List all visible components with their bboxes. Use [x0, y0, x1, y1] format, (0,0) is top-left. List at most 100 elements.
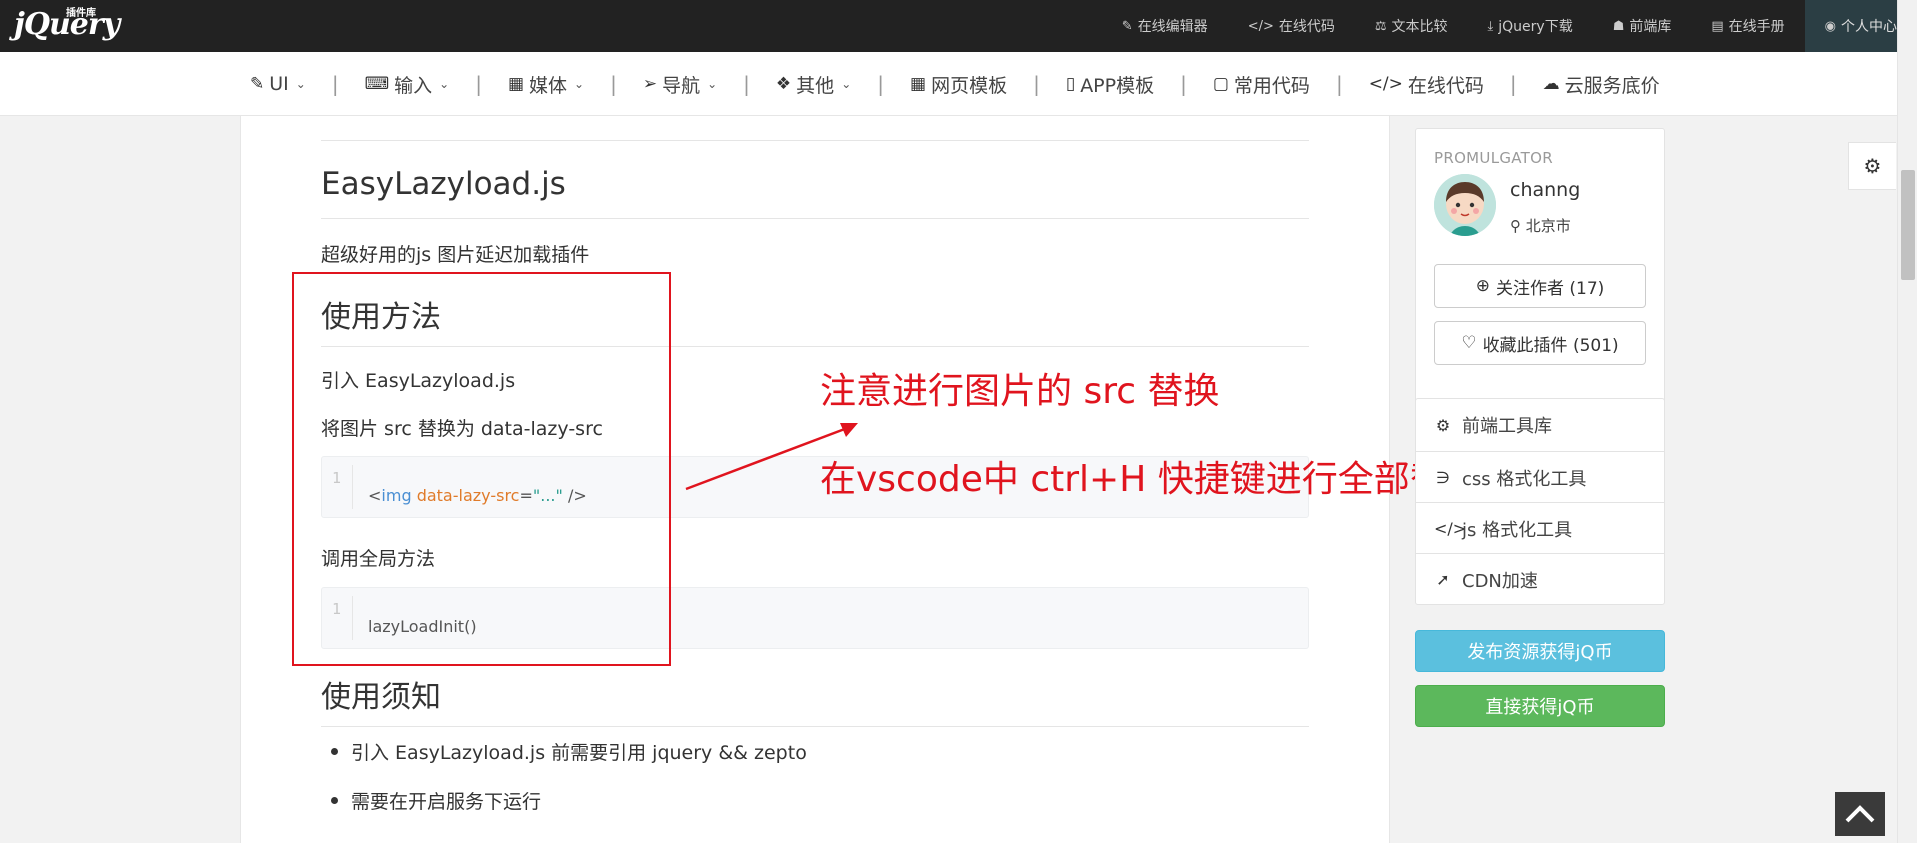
main-nav: ✎ UI ⌄ | ⌨ 输入 ⌄ | ▦ 媒体 ⌄ | ➢ 导航 ⌄ | ❖ 其他 ⌄ | ▦ 网页模板… — [0, 52, 1917, 116]
file-code-icon: ▢ — [1212, 74, 1229, 94]
chevron-down-icon: ⌄ — [439, 77, 450, 91]
tool-label: CDN加速 — [1462, 570, 1538, 592]
follow-author-button[interactable]: ⊕ 关注作者 (17) — [1434, 264, 1646, 308]
plus-circle-icon: ⊕ — [1475, 276, 1490, 296]
top-link-frontend-lib[interactable]: ☗ 前端库 — [1593, 0, 1692, 52]
heart-icon: ♡ — [1461, 333, 1477, 353]
tool-label: js 格式化工具 — [1462, 519, 1573, 541]
top-link-online-code[interactable]: </> 在线代码 — [1228, 0, 1355, 52]
plugin-title: EasyLazyload.js — [321, 166, 566, 202]
lock-icon: ◉ — [1824, 18, 1836, 34]
nav-item-online-code[interactable]: </> 在线代码 — [1369, 71, 1484, 98]
nav-item-cloud-pricing[interactable]: ☁ 云服务底价 — [1543, 71, 1660, 98]
nav-item-input[interactable]: ⌨ 输入 ⌄ — [365, 71, 450, 98]
nav-item-media[interactable]: ▦ 媒体 ⌄ — [508, 71, 584, 98]
paper-plane-icon: ➢ — [642, 74, 658, 94]
nav-separator: | — [1180, 72, 1187, 96]
tool-frontend-lib[interactable]: ⚙ 前端工具库 — [1416, 399, 1664, 451]
dropbox-icon: ❖ — [775, 74, 792, 94]
nav-item-label: APP模板 — [1080, 74, 1155, 97]
nav-item-label: 在线代码 — [1407, 74, 1484, 97]
rocket-icon: ➚ — [1436, 570, 1450, 589]
nav-item-navigation[interactable]: ➢ 导航 ⌄ — [643, 71, 717, 98]
scrollbar-thumb[interactable] — [1901, 170, 1915, 280]
favorite-plugin-button[interactable]: ♡ 收藏此插件 (501) — [1434, 321, 1646, 365]
nav-separator: | — [331, 72, 339, 96]
nav-item-app-templates[interactable]: ▯ APP模板 — [1066, 71, 1154, 98]
plugin-description: 超级好用的js 图片延迟加载插件 — [321, 244, 590, 266]
site-logo[interactable]: jQuery 插件库 — [14, 4, 132, 46]
follow-label: 关注作者 (17) — [1495, 278, 1605, 299]
chevron-down-icon: ⌄ — [707, 77, 718, 91]
divider — [321, 726, 1309, 727]
back-to-top-button[interactable] — [1835, 792, 1885, 836]
avatar[interactable] — [1434, 174, 1496, 236]
top-link-jquery-download[interactable]: ⤓ jQuery下载 — [1468, 0, 1593, 52]
top-link-label: 在线代码 — [1278, 19, 1335, 35]
nav-item-ui[interactable]: ✎ UI ⌄ — [250, 73, 306, 95]
author-card: PROMULGATOR channg ⚲ 北京市 ⊕ 关注作者 (17) ♡ 收藏此… — [1415, 128, 1665, 418]
annotation-text-1: 注意进行图片的 src 替换 — [820, 371, 1220, 412]
tool-js-formatter[interactable]: </> js 格式化工具 — [1416, 502, 1664, 554]
nav-item-label: 常用代码 — [1233, 74, 1310, 97]
top-link-text-compare[interactable]: ⚖ 文本比较 — [1355, 0, 1468, 52]
nav-separator: | — [743, 72, 750, 96]
balance-icon: ⚖ — [1374, 18, 1387, 34]
top-link-online-editor[interactable]: ✎ 在线编辑器 — [1102, 0, 1228, 52]
nav-separator: | — [1509, 72, 1517, 96]
nav-separator: | — [1033, 72, 1040, 96]
top-link-label: 在线编辑器 — [1137, 19, 1208, 35]
top-links: ✎ 在线编辑器 </> 在线代码 ⚖ 文本比较 ⤓ jQuery下载 ☗ 前端库 ▤ 在线手… — [1102, 0, 1917, 52]
author-name[interactable]: channg — [1510, 179, 1580, 201]
top-link-label: jQuery下载 — [1498, 19, 1573, 35]
tool-css-formatter[interactable]: ∋ css 格式化工具 — [1416, 451, 1664, 503]
annotation-text-2: 在vscode中 ctrl+H 快捷键进行全部替换 — [820, 459, 1482, 500]
nav-item-other[interactable]: ❖ 其他 ⌄ — [776, 71, 851, 98]
nav-item-common-code[interactable]: ▢ 常用代码 — [1213, 71, 1310, 98]
tool-cdn[interactable]: ➚ CDN加速 — [1416, 553, 1664, 605]
top-link-label: 文本比较 — [1391, 19, 1448, 35]
tool-label: 前端工具库 — [1462, 416, 1552, 437]
nav-item-label: 媒体 — [529, 74, 568, 97]
nav-separator: | — [475, 72, 482, 96]
top-link-online-manual[interactable]: ▤ 在线手册 — [1691, 0, 1804, 52]
user-secret-icon: ☗ — [1612, 18, 1625, 34]
cloud-icon: ☁ — [1542, 74, 1560, 94]
nav-separator: | — [1335, 72, 1343, 96]
chevron-up-icon — [1845, 805, 1875, 823]
location-text: 北京市 — [1525, 217, 1571, 235]
nav-item-label: 云服务底价 — [1564, 74, 1660, 97]
promulgator-label: PROMULGATOR — [1434, 149, 1553, 167]
map-marker-icon: ⚲ — [1510, 217, 1521, 235]
edit-icon: ✎ — [1121, 18, 1133, 34]
code-icon: </> — [1368, 74, 1403, 94]
nav-separator: | — [877, 72, 884, 96]
th-large-icon: ▦ — [910, 74, 927, 94]
settings-gear-icon[interactable]: ⚙ — [1848, 142, 1896, 190]
publish-resource-button[interactable]: 发布资源获得jQ币 — [1415, 630, 1665, 672]
download-icon: ⤓ — [1487, 18, 1494, 34]
nav-item-label: 导航 — [662, 74, 701, 97]
nav-item-label: UI — [269, 73, 289, 95]
notice-heading: 使用须知 — [321, 680, 441, 715]
divider — [321, 218, 1309, 219]
tool-label: css 格式化工具 — [1462, 468, 1587, 490]
list-item: 引入 EasyLazyload.js 前需要引用 jquery && zepto — [331, 738, 807, 787]
notice-list: 引入 EasyLazyload.js 前需要引用 jquery && zepto… — [331, 738, 807, 836]
divider — [321, 140, 1309, 141]
annotation-box — [292, 272, 671, 666]
paintbrush-icon: ✎ — [250, 74, 265, 94]
author-location: ⚲ 北京市 — [1510, 215, 1571, 236]
chevron-down-icon: ⌄ — [295, 77, 306, 91]
top-link-label: 前端库 — [1629, 19, 1672, 35]
tools-list: ⚙ 前端工具库 ∋ css 格式化工具 </> js 格式化工具 ➚ CDN加速 — [1415, 398, 1665, 605]
book-icon: ▤ — [1711, 18, 1724, 34]
get-coins-button[interactable]: 直接获得jQ币 — [1415, 685, 1665, 727]
list-item: 需要在开启服务下运行 — [331, 787, 807, 836]
page-scrollbar[interactable] — [1897, 0, 1917, 843]
chevron-down-icon: ⌄ — [841, 77, 852, 91]
top-link-label: 在线手册 — [1728, 19, 1785, 35]
logo-subtitle: 插件库 — [66, 8, 96, 19]
nav-item-web-templates[interactable]: ▦ 网页模板 — [910, 71, 1007, 98]
favorite-label: 收藏此插件 (501) — [1482, 335, 1619, 356]
